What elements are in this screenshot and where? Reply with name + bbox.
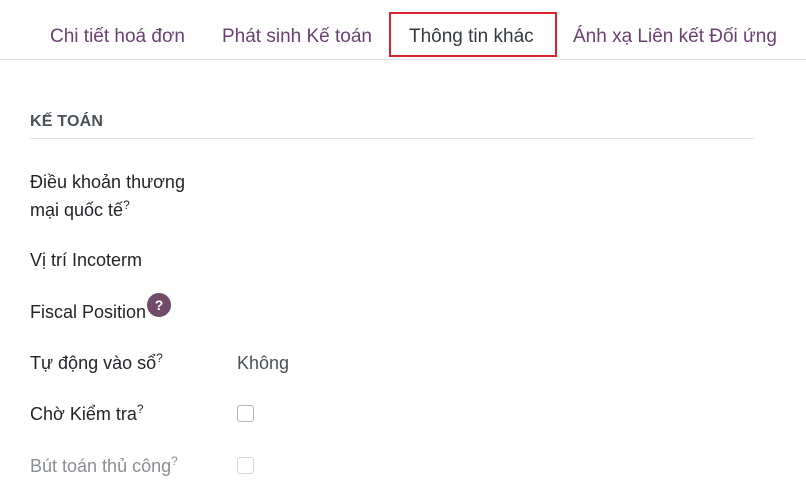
incoterm-help-icon[interactable]: ?: [123, 198, 130, 212]
section-title-accounting: KẾ TOÁN: [30, 113, 104, 130]
to-check-checkbox[interactable]: [237, 405, 254, 422]
manual-entry-label: Bút toán thủ công?: [30, 454, 178, 476]
incoterm-label-line2: mại quốc tế?: [30, 198, 130, 220]
incoterm-location-label: Vị trí Incoterm: [30, 250, 143, 270]
tab-invoice-lines[interactable]: Chi tiết hoá đơn: [50, 16, 185, 58]
section-divider: [30, 138, 754, 139]
incoterm-label-line1: Điều khoản thương: [30, 172, 185, 192]
auto-post-help-icon[interactable]: ?: [156, 351, 163, 365]
auto-post-label: Tự động vào sổ?: [30, 351, 163, 373]
notebook-tabs: Chi tiết hoá đơn Phát sinh Kế toán Thông…: [0, 0, 806, 60]
incoterm-label: Điều khoản thương mại quốc tế?: [30, 168, 185, 224]
auto-post-value[interactable]: Không: [237, 353, 289, 374]
manual-entry-checkbox: [237, 457, 254, 474]
to-check-help-icon[interactable]: ?: [137, 402, 144, 416]
tab-other-info[interactable]: Thông tin khác: [389, 12, 557, 57]
manual-entry-help-icon[interactable]: ?: [171, 454, 178, 468]
fiscal-position-label: Fiscal Position?: [30, 293, 172, 326]
tab-account-mapping[interactable]: Ánh xạ Liên kết Đối ứng: [573, 16, 777, 58]
tab-journal-items[interactable]: Phát sinh Kế toán: [222, 16, 372, 58]
fiscal-position-help-icon[interactable]: ?: [147, 293, 172, 317]
to-check-label: Chờ Kiểm tra?: [30, 402, 144, 424]
